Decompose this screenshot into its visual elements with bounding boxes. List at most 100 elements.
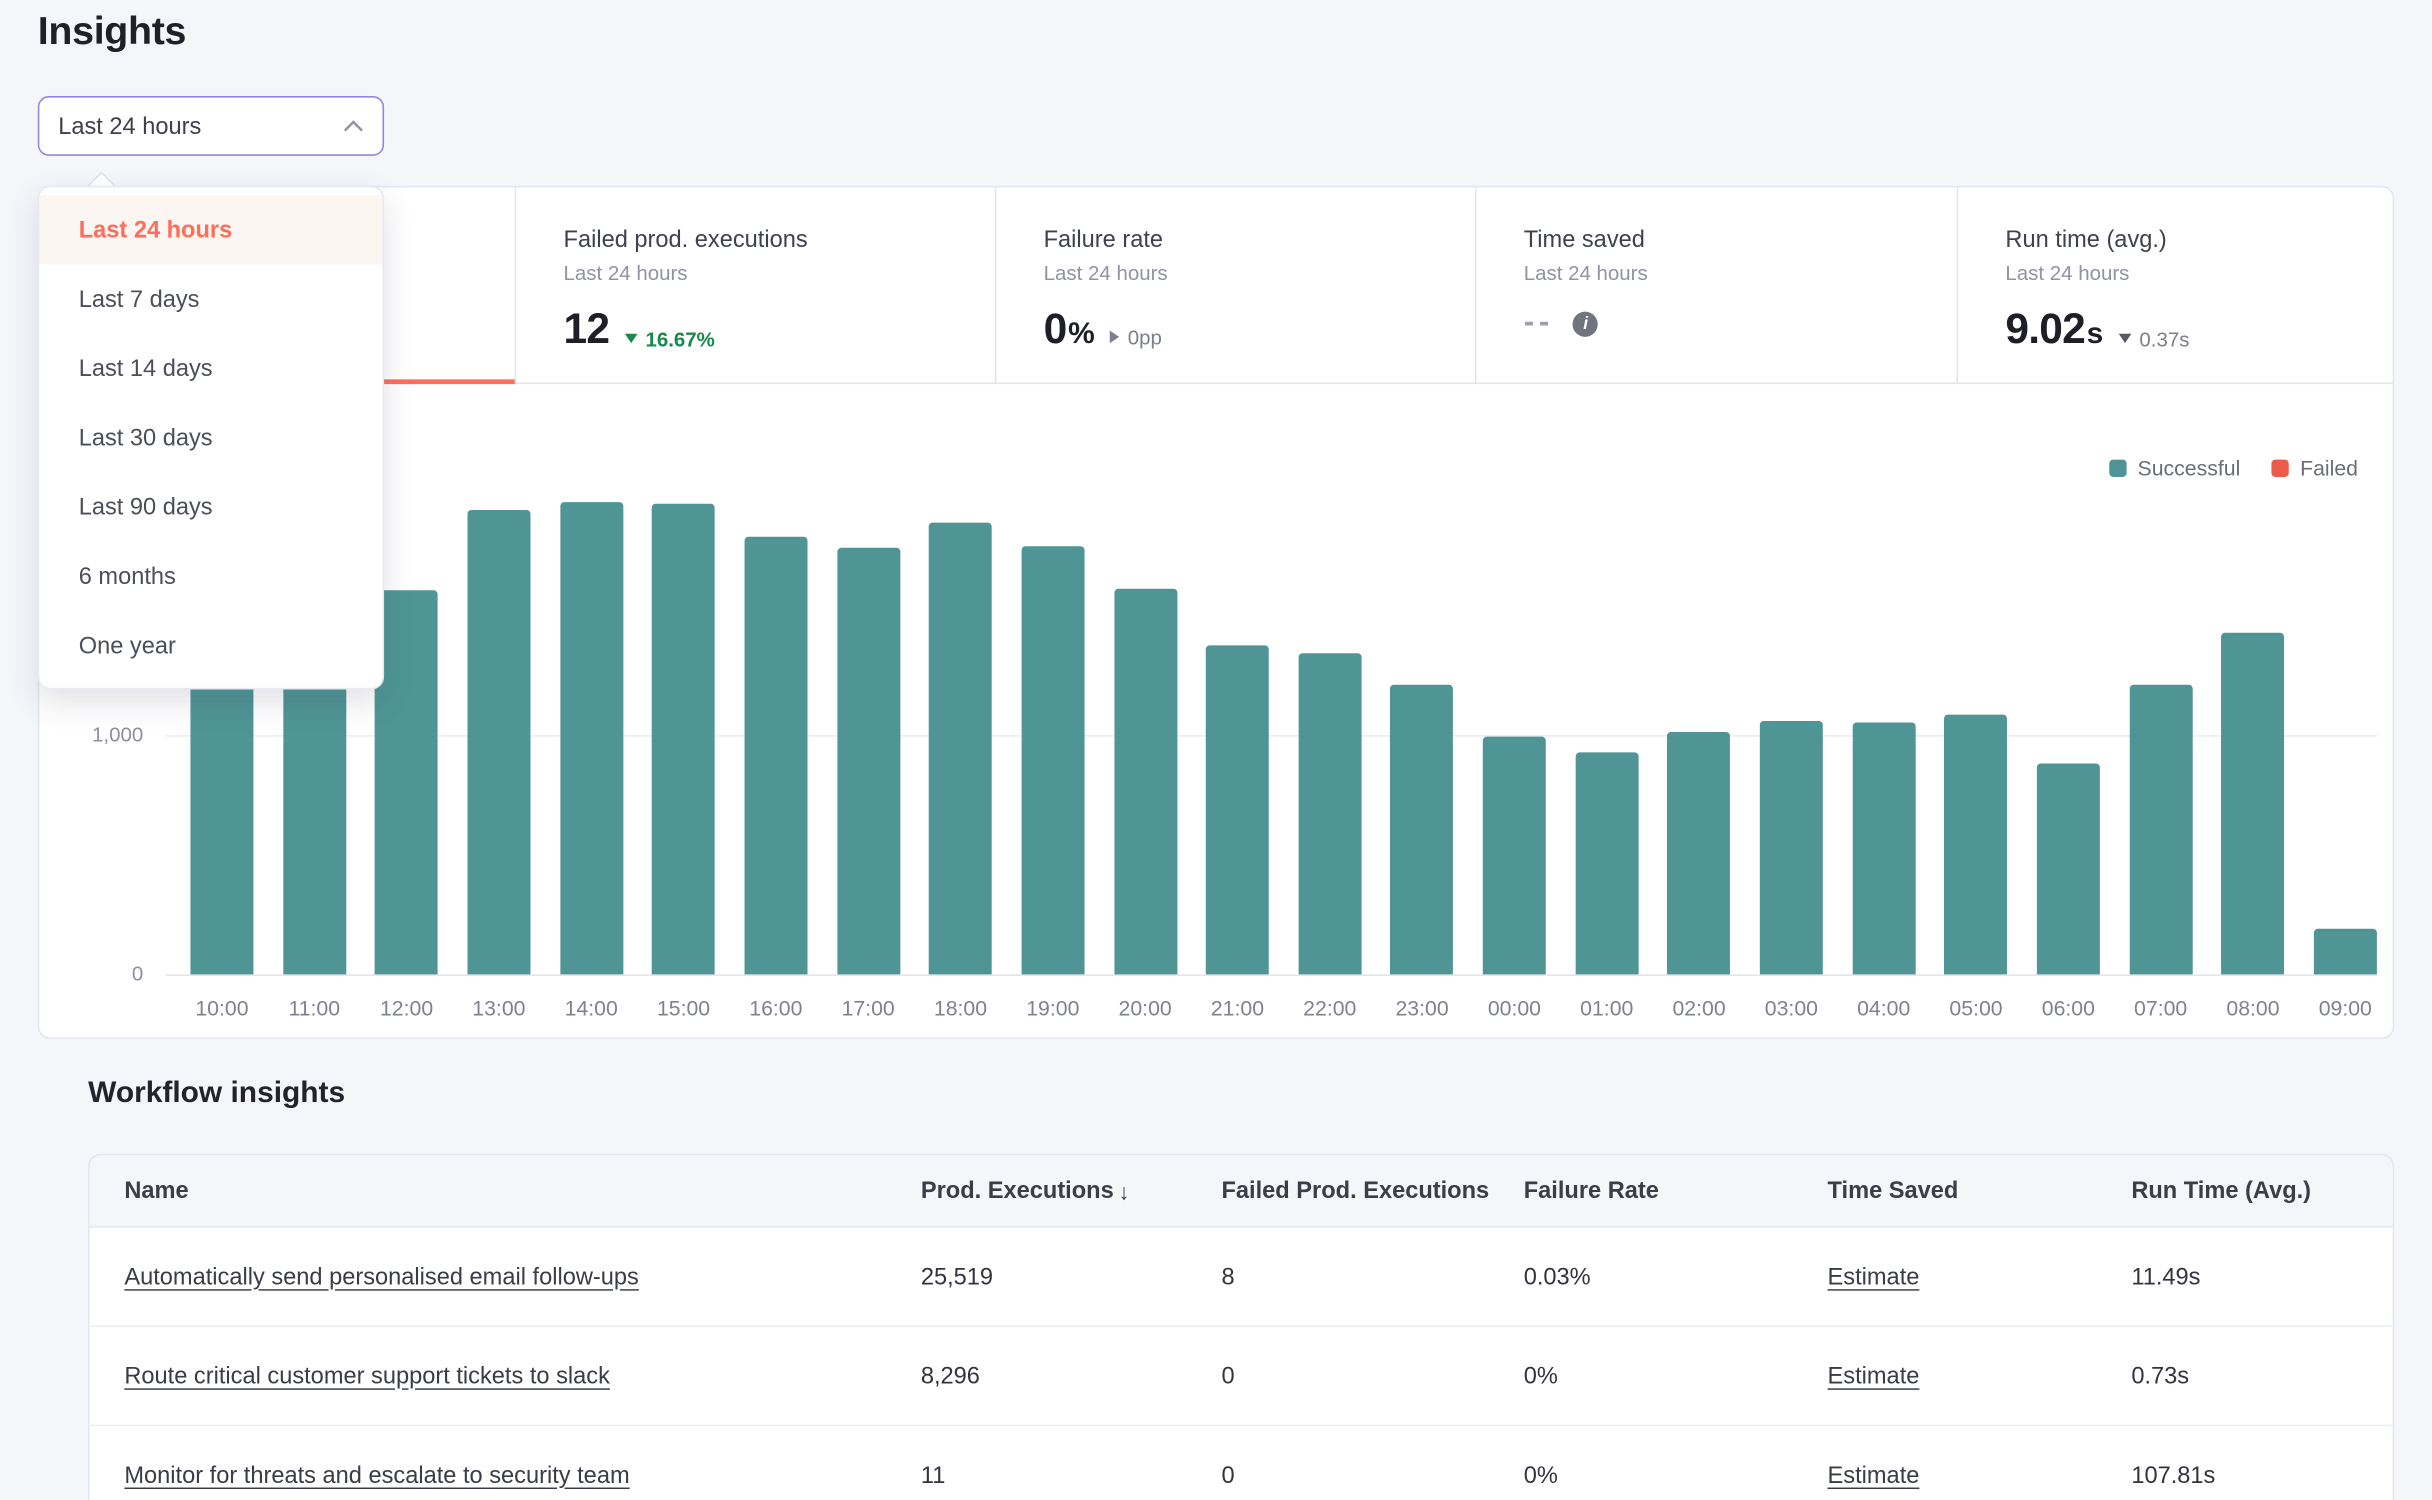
prod-executions-value: 25,519 (921, 1263, 993, 1290)
info-icon[interactable]: i (1573, 311, 1598, 336)
bar-04:00[interactable] (1852, 723, 1915, 975)
header-time-saved[interactable]: Time Saved (1793, 1177, 2097, 1204)
bar-08:00[interactable] (2222, 633, 2285, 975)
bar-03:00[interactable] (1760, 721, 1823, 974)
workflow-table-body: Automatically send personalised email fo… (90, 1228, 2393, 1500)
card-unit: % (1068, 318, 1095, 353)
header-prod-executions[interactable]: Prod. Executions ↓ (886, 1177, 1187, 1204)
x-axis-label: 23:00 (1372, 996, 1473, 1020)
bar-11:00[interactable] (283, 680, 346, 974)
time-saved-estimate-link[interactable]: Estimate (1828, 1263, 1920, 1290)
bar-13:00[interactable] (467, 510, 530, 974)
table-row: Automatically send personalised email fo… (90, 1228, 2393, 1327)
summary-card-time-saved[interactable]: Time saved Last 24 hours -- i (1477, 187, 1959, 382)
bar-00:00[interactable] (1483, 737, 1546, 975)
bar-19:00[interactable] (1021, 546, 1084, 974)
workflow-name-link[interactable]: Route critical customer support tickets … (124, 1362, 610, 1389)
bar-01:00[interactable] (1575, 752, 1638, 974)
summary-card-failed-prod-executions[interactable]: Failed prod. executions Last 24 hours 12… (516, 187, 996, 382)
bar-23:00[interactable] (1391, 685, 1454, 975)
bar-10:00[interactable] (190, 680, 253, 974)
card-unit: s (2087, 318, 2104, 353)
time-saved-estimate-link[interactable]: Estimate (1828, 1462, 1920, 1489)
prod-executions-value: 11 (921, 1462, 946, 1489)
card-value-row: 0 % 0pp (1044, 305, 1447, 354)
dropdown-item-one-year[interactable]: One year (39, 611, 382, 680)
executions-chart: SuccessfulFailed 1,000 0 10:0011:0012:00… (39, 384, 2392, 1040)
bar-05:00[interactable] (1945, 715, 2008, 975)
header-name[interactable]: Name (90, 1177, 886, 1204)
bar-20:00[interactable] (1114, 589, 1177, 975)
card-value: 9.02 (2005, 305, 2085, 354)
x-axis-label: 07:00 (2110, 996, 2211, 1020)
x-axis-label: 16:00 (725, 996, 826, 1020)
time-range-select[interactable]: Last 24 hours (38, 96, 384, 156)
bar-14:00[interactable] (560, 502, 623, 974)
bar-12:00[interactable] (375, 590, 438, 974)
header-run-time[interactable]: Run Time (Avg.) (2097, 1177, 2393, 1204)
time-saved-estimate-link[interactable]: Estimate (1828, 1362, 1920, 1389)
dropdown-item-last-90-days[interactable]: Last 90 days (39, 472, 382, 541)
header-failed-prod-executions[interactable]: Failed Prod. Executions (1187, 1177, 1489, 1204)
triangle-down-icon (2119, 334, 2132, 343)
x-axis-label: 09:00 (2295, 996, 2396, 1020)
summary-card-run-time[interactable]: Run time (avg.) Last 24 hours 9.02 s 0.3… (1958, 187, 2392, 382)
card-value-row: 9.02 s 0.37s (2005, 305, 2364, 354)
header-failure-rate[interactable]: Failure Rate (1489, 1177, 1793, 1204)
bar-17:00[interactable] (837, 548, 900, 975)
card-value: 12 (564, 305, 610, 354)
table-row: Monitor for threats and escalate to secu… (90, 1426, 2393, 1500)
bar-21:00[interactable] (1206, 645, 1269, 974)
chevron-up-icon (343, 120, 363, 133)
card-title: Failure rate (1044, 227, 1447, 254)
x-axis-label: 00:00 (1464, 996, 1565, 1020)
workflow-table: Name Prod. Executions ↓ Failed Prod. Exe… (88, 1154, 2394, 1500)
bar-18:00[interactable] (929, 523, 992, 975)
card-subtitle: Last 24 hours (1524, 261, 1929, 285)
card-value-row: -- i (1524, 305, 1929, 341)
dropdown-item-last-24-hours[interactable]: Last 24 hours (39, 195, 382, 264)
card-value-empty: -- (1524, 305, 1554, 341)
run-time-value: 11.49s (2131, 1263, 2200, 1290)
dropdown-item-6-months[interactable]: 6 months (39, 541, 382, 610)
failed-prod-executions-value: 8 (1222, 1263, 1235, 1290)
x-axis-label: 22:00 (1279, 996, 1380, 1020)
x-axis-label: 14:00 (541, 996, 642, 1020)
bar-02:00[interactable] (1668, 732, 1731, 974)
x-axis-label: 03:00 (1741, 996, 1842, 1020)
x-axis-label: 20:00 (1095, 996, 1196, 1020)
card-value-row: 12 16.67% (564, 305, 967, 354)
run-time-value: 107.81s (2131, 1462, 2215, 1489)
x-axis-label: 13:00 (449, 996, 550, 1020)
card-title: Failed prod. executions (564, 227, 967, 254)
workflow-name-link[interactable]: Automatically send personalised email fo… (124, 1263, 638, 1290)
x-axis-label: 17:00 (818, 996, 919, 1020)
delta-text: 16.67% (645, 327, 714, 351)
sort-desc-icon: ↓ (1118, 1178, 1129, 1203)
delta-indicator: 16.67% (625, 327, 715, 351)
bar-09:00[interactable] (2314, 929, 2377, 975)
failed-prod-executions-value: 0 (1222, 1462, 1235, 1489)
x-axis-label: 04:00 (1833, 996, 1934, 1020)
bar-22:00[interactable] (1298, 653, 1361, 974)
card-title: Time saved (1524, 227, 1929, 254)
bar-07:00[interactable] (2129, 685, 2192, 975)
workflow-name-link[interactable]: Monitor for threats and escalate to secu… (124, 1462, 629, 1489)
bar-06:00[interactable] (2037, 763, 2100, 974)
x-axis-label: 21:00 (1187, 996, 1288, 1020)
bar-15:00[interactable] (652, 504, 715, 975)
insights-panel: Failed prod. executions Last 24 hours 12… (38, 186, 2394, 1039)
x-axis-label: 01:00 (1556, 996, 1657, 1020)
x-axis-label: 12:00 (356, 996, 457, 1020)
summary-cards-row: Failed prod. executions Last 24 hours 12… (39, 187, 2392, 384)
failure-rate-value: 0.03% (1524, 1263, 1591, 1290)
dropdown-item-last-30-days[interactable]: Last 30 days (39, 403, 382, 472)
bar-16:00[interactable] (744, 537, 807, 975)
chart-plot: 10:0011:0012:0013:0014:0015:0016:0017:00… (39, 384, 2392, 1040)
dropdown-item-last-14-days[interactable]: Last 14 days (39, 334, 382, 403)
dropdown-item-last-7-days[interactable]: Last 7 days (39, 264, 382, 333)
workflow-table-header: Name Prod. Executions ↓ Failed Prod. Exe… (90, 1155, 2393, 1227)
x-axis-label: 18:00 (910, 996, 1011, 1020)
summary-card-failure-rate[interactable]: Failure rate Last 24 hours 0 % 0pp (996, 187, 1476, 382)
x-axis-label: 08:00 (2203, 996, 2304, 1020)
